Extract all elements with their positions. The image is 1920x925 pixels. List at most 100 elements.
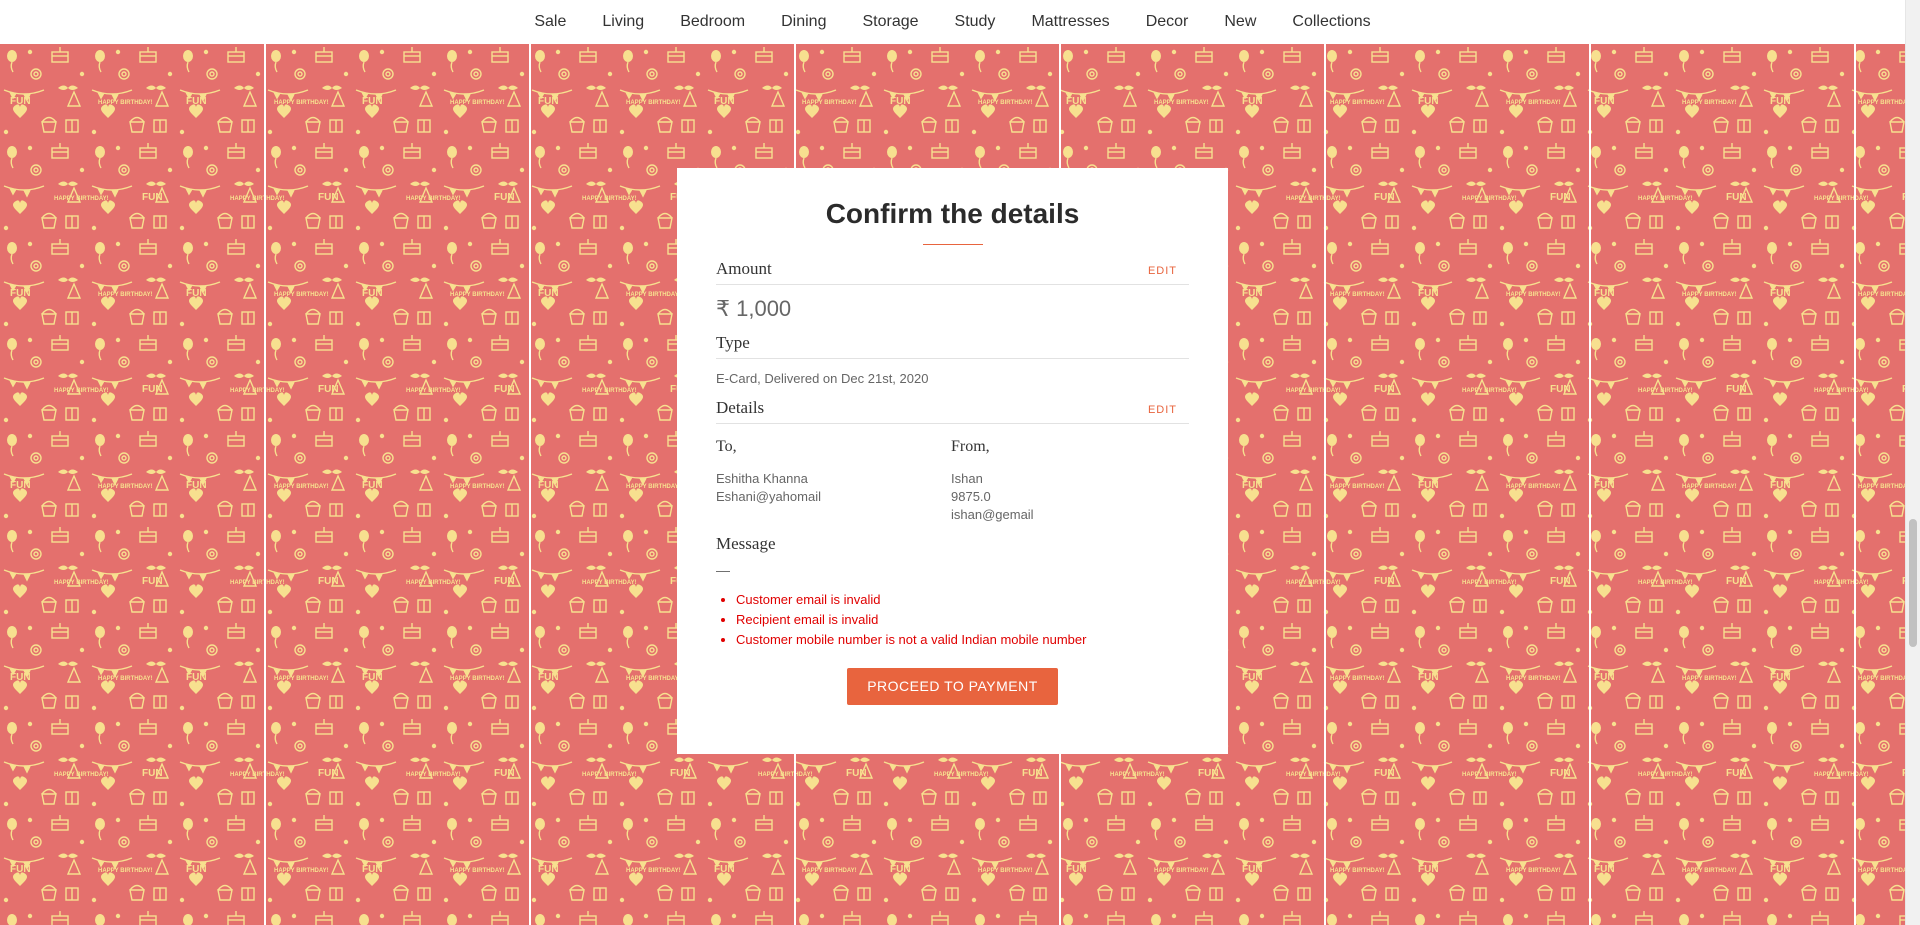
pattern-word: FUN [1374, 384, 1395, 395]
scrollbar-thumb[interactable] [1909, 519, 1917, 647]
pattern-word: HAPPY BIRTHDAY! [1462, 196, 1517, 202]
pattern-word: FUN [1594, 480, 1615, 491]
pattern-word: FUN [142, 768, 163, 779]
pattern-word: FUN [318, 384, 339, 395]
pattern-word: FUN [1594, 96, 1615, 107]
page-title: Confirm the details [825, 198, 1080, 229]
amount-section-header: Amount EDIT [716, 259, 1189, 285]
proceed-to-payment-button[interactable]: PROCEED TO PAYMENT [847, 668, 1058, 705]
proceed-wrapper: PROCEED TO PAYMENT [716, 668, 1189, 705]
pattern-word: HAPPY BIRTHDAY! [98, 868, 153, 874]
nav-item-bedroom[interactable]: Bedroom [680, 13, 745, 31]
pattern-word: HAPPY BIRTHDAY! [1682, 676, 1737, 682]
pattern-word: FUN [186, 672, 207, 683]
strip-divider [264, 44, 266, 925]
pattern-word: FUN [1242, 480, 1263, 491]
pattern-word: FUN [1242, 672, 1263, 683]
nav-item-sale[interactable]: Sale [534, 13, 566, 31]
pattern-word: FUN [186, 480, 207, 491]
nav-item-mattresses[interactable]: Mattresses [1031, 13, 1109, 31]
pattern-word: HAPPY BIRTHDAY! [98, 676, 153, 682]
pattern-word: FUN [494, 384, 515, 395]
pattern-word: HAPPY BIRTHDAY! [230, 388, 285, 394]
strip-divider [1324, 44, 1326, 925]
pattern-word: HAPPY BIRTHDAY! [54, 580, 109, 586]
pattern-word: FUN [1550, 192, 1571, 203]
pattern-word: HAPPY BIRTHDAY! [450, 484, 505, 490]
vertical-scrollbar[interactable] [1905, 0, 1920, 925]
pattern-word: FUN [714, 96, 735, 107]
edit-details-link[interactable]: EDIT [1148, 404, 1177, 416]
pattern-word: FUN [1066, 864, 1087, 875]
pattern-word: HAPPY BIRTHDAY! [1462, 388, 1517, 394]
pattern-word: HAPPY BIRTHDAY! [230, 580, 285, 586]
amount-label: Amount [716, 259, 772, 278]
pattern-word: HAPPY BIRTHDAY! [1330, 484, 1385, 490]
pattern-word: FUN [538, 288, 559, 299]
to-heading: To, [716, 438, 737, 455]
pattern-word: HAPPY BIRTHDAY! [582, 772, 637, 778]
pattern-word: FUN [186, 96, 207, 107]
pattern-word: HAPPY BIRTHDAY! [626, 100, 681, 106]
details-label: Details [716, 398, 765, 417]
pattern-word: FUN [846, 768, 867, 779]
pattern-word: FUN [362, 96, 383, 107]
pattern-word: FUN [538, 864, 559, 875]
pattern-word: FUN [10, 288, 31, 299]
nav-item-new[interactable]: New [1224, 13, 1256, 31]
pattern-word: FUN [494, 576, 515, 587]
pattern-word: HAPPY BIRTHDAY! [1462, 580, 1517, 586]
pattern-word: FUN [1066, 96, 1087, 107]
pattern-word: FUN [1594, 288, 1615, 299]
strip-divider [529, 44, 531, 925]
pattern-word: HAPPY BIRTHDAY! [54, 388, 109, 394]
title-underline [922, 244, 983, 245]
sender-email: ishan@gemail [951, 507, 1034, 522]
nav-item-collections[interactable]: Collections [1292, 13, 1370, 31]
nav-item-decor[interactable]: Decor [1146, 13, 1189, 31]
pattern-word: HAPPY BIRTHDAY! [1638, 196, 1693, 202]
message-label: Message [716, 534, 776, 553]
edit-amount-link[interactable]: EDIT [1148, 265, 1177, 277]
pattern-word: FUN [1242, 96, 1263, 107]
pattern-word: HAPPY BIRTHDAY! [1286, 196, 1341, 202]
pattern-word: HAPPY BIRTHDAY! [626, 868, 681, 874]
pattern-word: HAPPY BIRTHDAY! [978, 100, 1033, 106]
pattern-word: FUN [318, 576, 339, 587]
pattern-word: HAPPY BIRTHDAY! [450, 868, 505, 874]
pattern-word: HAPPY BIRTHDAY! [1110, 772, 1165, 778]
pattern-word: HAPPY BIRTHDAY! [450, 100, 505, 106]
pattern-word: HAPPY BIRTHDAY! [54, 772, 109, 778]
pattern-word: FUN [1418, 480, 1439, 491]
pattern-word: HAPPY BIRTHDAY! [230, 772, 285, 778]
pattern-word: FUN [1550, 576, 1571, 587]
pattern-word: HAPPY BIRTHDAY! [1506, 676, 1561, 682]
type-label: Type [716, 333, 750, 352]
nav-item-living[interactable]: Living [602, 13, 644, 31]
pattern-word: HAPPY BIRTHDAY! [1330, 676, 1385, 682]
pattern-word: FUN [1770, 864, 1791, 875]
nav-item-dining[interactable]: Dining [781, 13, 826, 31]
pattern-word: HAPPY BIRTHDAY! [274, 868, 329, 874]
nav-item-storage[interactable]: Storage [862, 13, 918, 31]
pattern-word: HAPPY BIRTHDAY! [98, 100, 153, 106]
pattern-word: FUN [670, 768, 691, 779]
error-list: Customer email is invalid Recipient emai… [716, 590, 1189, 650]
from-heading: From, [951, 438, 990, 455]
type-section-header: Type [716, 333, 1189, 359]
pattern-word: FUN [318, 192, 339, 203]
pattern-word: FUN [1726, 384, 1747, 395]
pattern-word: HAPPY BIRTHDAY! [1814, 772, 1869, 778]
nav-item-study[interactable]: Study [955, 13, 996, 31]
amount-value: ₹ 1,000 [716, 296, 792, 321]
pattern-word: HAPPY BIRTHDAY! [1682, 484, 1737, 490]
pattern-word: FUN [1374, 192, 1395, 203]
pattern-word: FUN [494, 192, 515, 203]
pattern-word: FUN [10, 480, 31, 491]
pattern-word: HAPPY BIRTHDAY! [1682, 292, 1737, 298]
pattern-word: HAPPY BIRTHDAY! [1682, 100, 1737, 106]
pattern-word: FUN [714, 864, 735, 875]
pattern-word: FUN [1726, 192, 1747, 203]
pattern-word: HAPPY BIRTHDAY! [802, 100, 857, 106]
pattern-word: HAPPY BIRTHDAY! [230, 196, 285, 202]
